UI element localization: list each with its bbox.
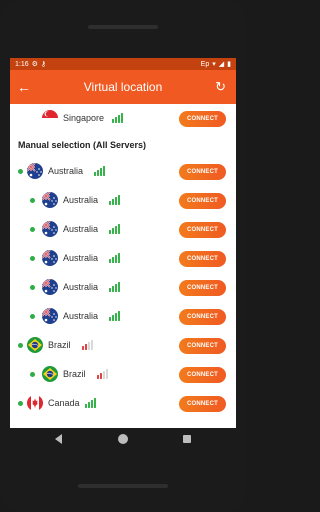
carrier-label: Ep (200, 60, 210, 68)
signal-strength-icon (85, 398, 96, 408)
canada-flag-icon (27, 395, 43, 411)
app-screen: 1:16 ⚙ ⚷ Ep ▾ ◢ ▮ ← Virtual location ↻ S… (10, 58, 236, 428)
server-name: Australia (63, 195, 99, 205)
signal-strength-icon (109, 253, 120, 263)
server-list: Singapore CONNECT Manual selection (All … (10, 104, 236, 418)
server-row-australia[interactable]: Australia CONNECT (10, 302, 236, 331)
brazil-flag-icon (27, 337, 43, 353)
page-title: Virtual location (83, 80, 163, 94)
australia-flag-icon (42, 279, 58, 295)
app-bar: ← Virtual location ↻ (10, 70, 236, 104)
online-status-dot (30, 256, 35, 261)
server-name: Canada (48, 398, 80, 408)
connect-button[interactable]: CONNECT (179, 111, 226, 127)
connect-button[interactable]: CONNECT (179, 222, 226, 238)
australia-flag-icon (42, 221, 58, 237)
device-frame: 1:16 ⚙ ⚷ Ep ▾ ◢ ▮ ← Virtual location ↻ S… (0, 0, 246, 512)
online-status-dot (18, 401, 23, 406)
nav-home-icon[interactable] (118, 434, 128, 444)
server-row-australia[interactable]: Australia CONNECT (10, 244, 236, 273)
status-time: 1:16 (15, 60, 29, 68)
server-row-brazil[interactable]: Brazil CONNECT (10, 331, 236, 360)
server-name: Australia (63, 282, 99, 292)
server-name: Australia (63, 224, 99, 234)
server-row-australia[interactable]: Australia CONNECT (10, 186, 236, 215)
battery-icon: ▮ (227, 61, 231, 68)
connect-button[interactable]: CONNECT (179, 280, 226, 296)
online-status-dot (30, 314, 35, 319)
nav-recent-apps-icon[interactable] (183, 435, 191, 443)
server-name: Australia (48, 166, 84, 176)
bottom-speaker (78, 484, 168, 488)
online-status-dot (18, 169, 23, 174)
connect-button[interactable]: CONNECT (179, 396, 226, 412)
signal-strength-icon (97, 369, 108, 379)
server-name: Australia (63, 311, 99, 321)
brazil-flag-icon (42, 366, 58, 382)
status-bar: 1:16 ⚙ ⚷ Ep ▾ ◢ ▮ (10, 58, 236, 70)
nav-back-icon[interactable] (55, 434, 62, 444)
server-name: Singapore (63, 113, 105, 123)
australia-flag-icon (42, 308, 58, 324)
australia-flag-icon (27, 163, 43, 179)
signal-strength-icon (82, 340, 93, 350)
notification-icon: ⚙ (31, 61, 38, 68)
signal-strength-icon (112, 113, 123, 123)
server-row-australia[interactable]: Australia CONNECT (10, 273, 236, 302)
wifi-icon: ▾ (212, 61, 216, 68)
connect-button[interactable]: CONNECT (179, 309, 226, 325)
online-status-dot (18, 343, 23, 348)
online-status-dot (30, 198, 35, 203)
online-status-dot (30, 372, 35, 377)
signal-strength-icon (109, 282, 120, 292)
server-row-australia[interactable]: Australia CONNECT (10, 215, 236, 244)
server-name: Brazil (63, 369, 86, 379)
server-row-brazil[interactable]: Brazil CONNECT (10, 360, 236, 389)
connect-button[interactable]: CONNECT (179, 367, 226, 383)
singapore-flag-icon (42, 110, 58, 126)
server-name: Australia (63, 253, 99, 263)
connect-button[interactable]: CONNECT (179, 193, 226, 209)
signal-strength-icon (109, 195, 120, 205)
server-row-canada[interactable]: Canada CONNECT (10, 389, 236, 418)
vpn-key-icon: ⚷ (40, 61, 47, 68)
speaker-grille (88, 25, 158, 29)
server-row-australia[interactable]: Australia CONNECT (10, 157, 236, 186)
signal-strength-icon (109, 224, 120, 234)
australia-flag-icon (42, 192, 58, 208)
australia-flag-icon (42, 250, 58, 266)
server-name: Brazil (48, 340, 71, 350)
online-status-dot (30, 285, 35, 290)
online-status-dot (30, 227, 35, 232)
signal-strength-icon (109, 311, 120, 321)
server-row-singapore[interactable]: Singapore CONNECT (10, 104, 236, 133)
signal-icon: ◢ (218, 61, 225, 68)
refresh-icon[interactable]: ↻ (215, 79, 226, 95)
signal-strength-icon (94, 166, 105, 176)
section-header: Manual selection (All Servers) (18, 140, 147, 150)
connect-button[interactable]: CONNECT (179, 164, 226, 180)
connect-button[interactable]: CONNECT (179, 338, 226, 354)
connect-button[interactable]: CONNECT (179, 251, 226, 267)
